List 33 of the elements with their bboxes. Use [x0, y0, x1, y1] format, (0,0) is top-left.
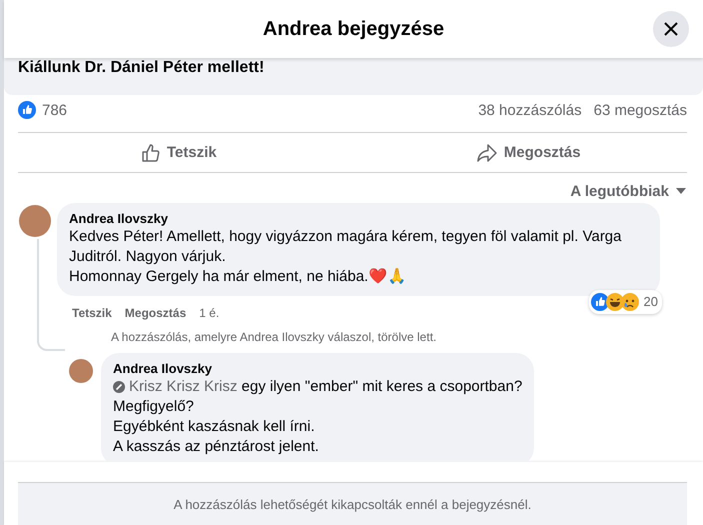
like-count[interactable]: 786 [42, 102, 68, 118]
reply-text: Megfigyelő? Egyébként kaszásnak kell írni. A kasszás az pénztárost jelent. [113, 397, 320, 457]
close-icon [664, 22, 678, 36]
reaction-summary[interactable]: 20 [588, 290, 662, 314]
comment-count[interactable]: 38 hozzászólás [478, 102, 582, 118]
post-text: Kiállunk Dr. Dániel Péter mellett! [18, 59, 264, 77]
share-button[interactable]: Megosztás [474, 138, 583, 166]
comment-time[interactable]: 1 é. [199, 306, 220, 320]
crying-emoji-icon [620, 293, 639, 311]
share-arrow-icon [476, 142, 498, 162]
like-reaction-icon [18, 101, 36, 119]
share-count[interactable]: 63 megosztás [594, 102, 687, 118]
close-button[interactable] [653, 11, 689, 47]
laughing-emoji-icon [606, 293, 624, 311]
share-link[interactable]: Megosztás [124, 306, 186, 320]
avatar[interactable] [19, 205, 51, 237]
like-reaction-icon [590, 293, 609, 311]
like-link[interactable]: Tetszik [72, 306, 112, 320]
reply-first-line: Krisz Krisz Krisz egy ilyen "ember" mit keres a csoportban? [129, 377, 522, 397]
thumbs-up-icon [140, 142, 161, 162]
caret-icon [675, 187, 687, 195]
reaction-count: 20 [644, 293, 658, 311]
slash-circle-icon [113, 381, 125, 393]
deleted-comment-notice: A hozzászólás, amelyre Andrea Ilovszky válaszol, törölve lett. [111, 330, 438, 344]
comment-author[interactable]: Andrea Ilovszky [69, 211, 648, 227]
comment-text: Kedves Péter! Amellett, hogy vigyázzon magára kérem, tegyen föl valamit pl. Varga Juditról. Nagyon várjuk. Homonnay Gergely ha már elment, ne hiába.❤🙏 [69, 227, 622, 287]
sort-dropdown[interactable]: A legutóbbiak [570, 181, 687, 201]
comments-disabled-notice: A hozzászólás lehetőségét kikapcsolták ennél a bejegyzésnél. [18, 482, 687, 525]
like-button[interactable]: Tetszik [138, 138, 219, 166]
avatar[interactable] [69, 359, 93, 383]
mention-link[interactable]: Krisz Krisz Krisz [129, 378, 238, 395]
dialog-title: Andrea bejegyzése [262, 18, 444, 40]
comment-author[interactable]: Andrea Ilovszky [113, 361, 522, 377]
